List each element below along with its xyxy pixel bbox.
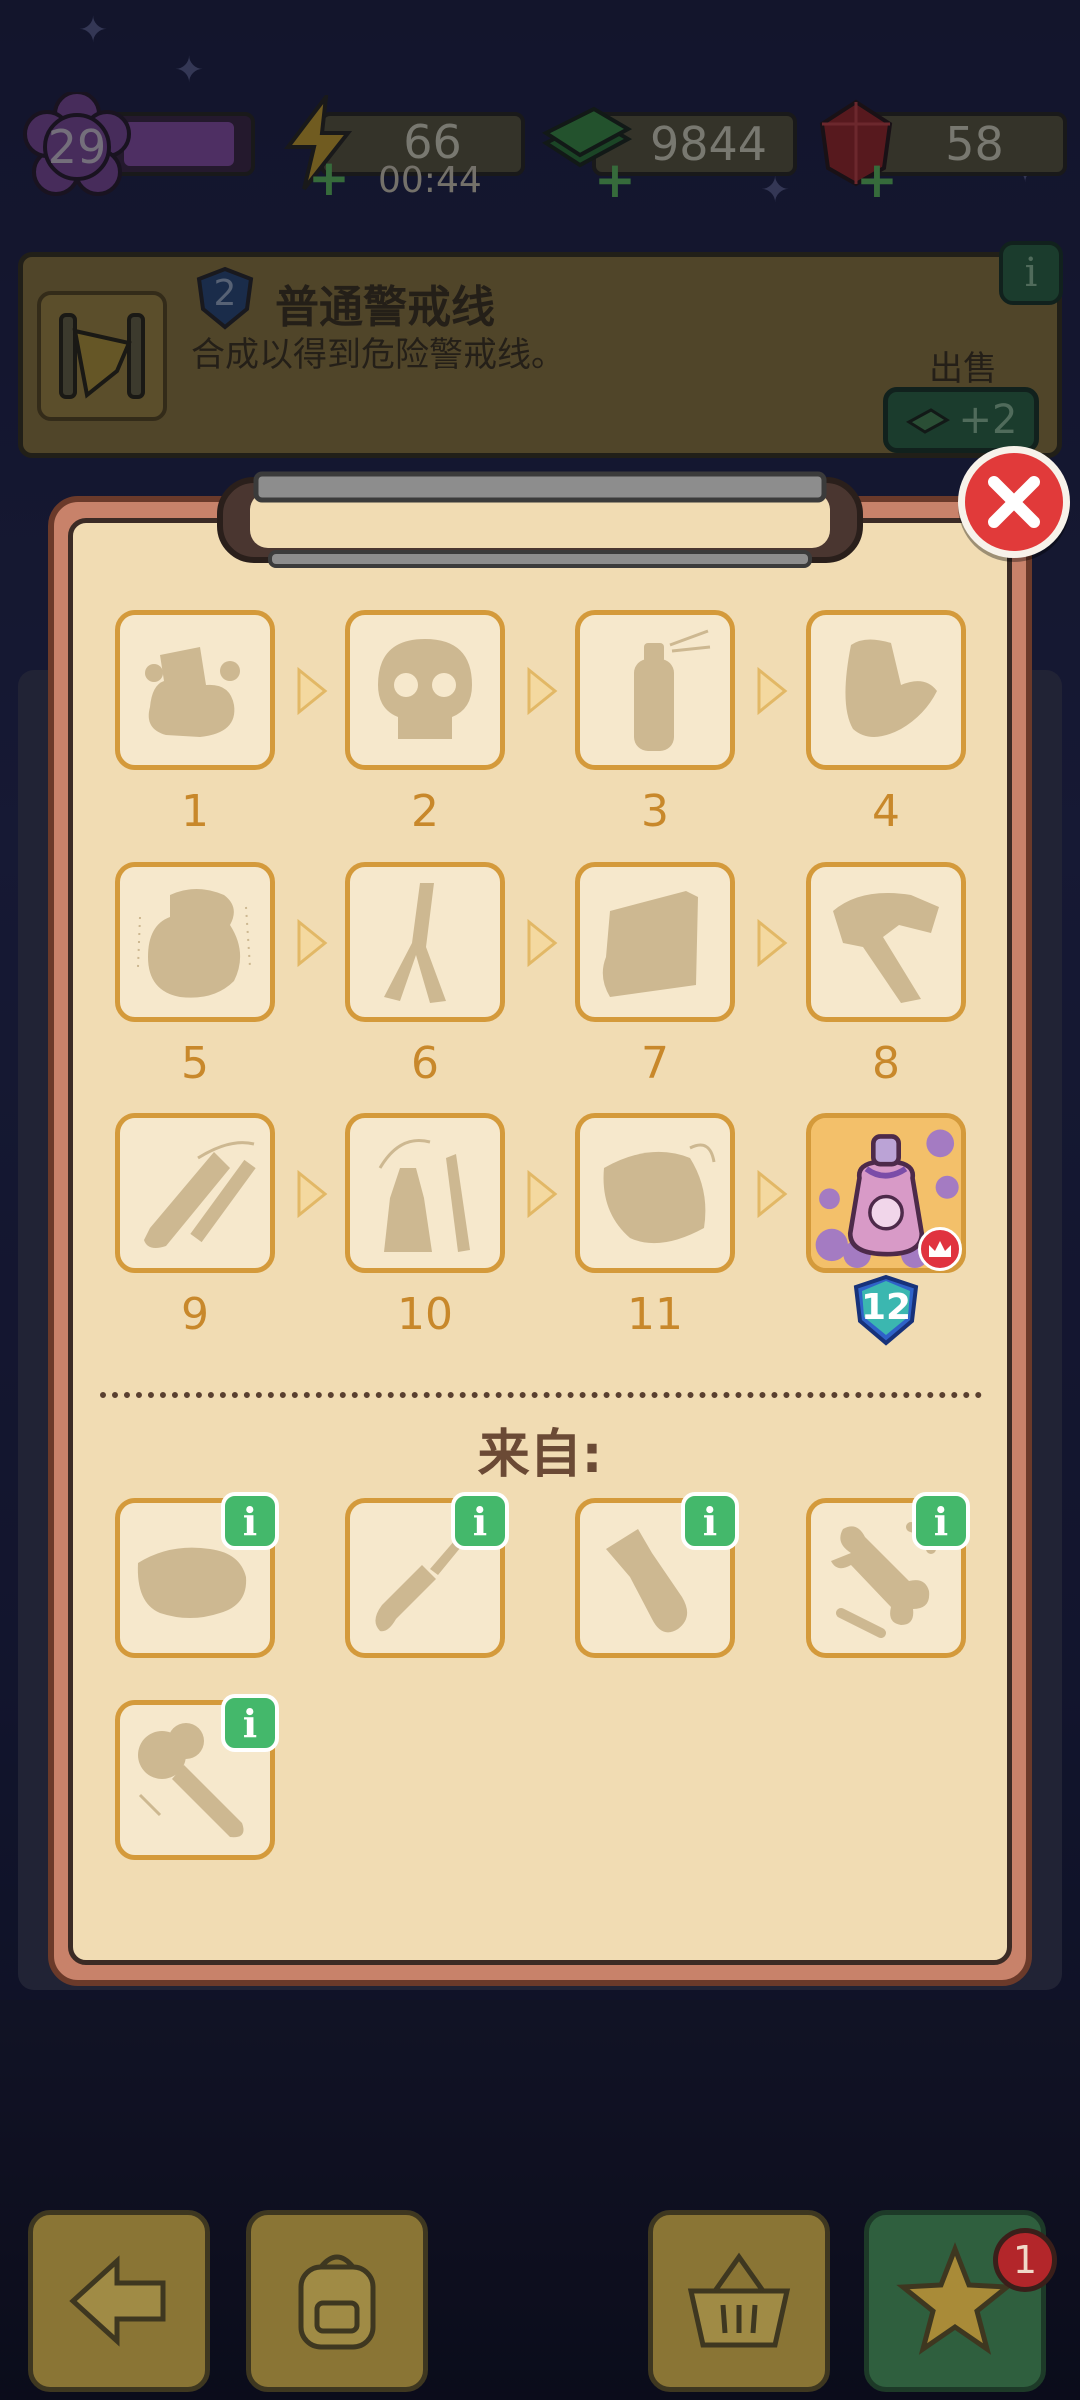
chain-arrow-icon (755, 666, 789, 716)
brush-icon (144, 1141, 256, 1248)
backpack-button[interactable] (246, 2210, 428, 2392)
chain-item-5[interactable] (115, 862, 275, 1022)
section-divider (100, 1392, 982, 1398)
dirt-pile-icon (145, 647, 240, 737)
sack-icon (137, 889, 251, 998)
backpack-icon (298, 2254, 376, 2350)
notification-badge: 1 (993, 2228, 1057, 2292)
chain-item-number: 11 (627, 1289, 683, 1340)
back-arrow-icon (69, 2255, 166, 2347)
info-icon[interactable]: i (681, 1492, 739, 1550)
glove-icon (845, 639, 937, 737)
chain-item-number: 5 (181, 1038, 209, 1089)
max-level-crown-icon (918, 1227, 962, 1271)
close-icon (988, 476, 1040, 528)
chain-arrow-icon (295, 918, 329, 968)
bottle-knife-icon (378, 1139, 470, 1252)
clipboard-clip (217, 471, 863, 568)
chain-item-number: 1 (181, 786, 209, 837)
chain-item-11[interactable] (575, 1113, 735, 1273)
chain-item-number: 10 (397, 1289, 453, 1340)
back-button[interactable] (28, 2210, 210, 2392)
chain-item-number: 9 (181, 1289, 209, 1340)
chain-item-number: 4 (872, 786, 900, 837)
chain-item-4[interactable] (806, 610, 966, 770)
chain-arrow-icon (295, 666, 329, 716)
chain-item-9[interactable] (115, 1113, 275, 1273)
basket-icon (687, 2252, 791, 2348)
chain-item-1[interactable] (115, 610, 275, 770)
spray-can-icon (634, 629, 711, 751)
box-icon (602, 891, 698, 997)
chain-item-6[interactable] (345, 862, 505, 1022)
info-icon[interactable]: i (221, 1492, 279, 1550)
chain-arrow-icon (525, 1169, 559, 1219)
info-icon[interactable]: i (912, 1492, 970, 1550)
chain-item-number: 6 (411, 1038, 439, 1089)
info-icon[interactable]: i (451, 1492, 509, 1550)
chain-arrow-icon (295, 1169, 329, 1219)
chain-item-10[interactable] (345, 1113, 505, 1273)
chain-arrow-icon (755, 1169, 789, 1219)
chain-item-8[interactable] (806, 862, 966, 1022)
skull-icon (378, 639, 472, 739)
chain-arrow-icon (525, 666, 559, 716)
pliers-icon (384, 883, 446, 1003)
close-button[interactable] (958, 446, 1070, 558)
hammer-icon (833, 893, 939, 1003)
chain-item-number: 8 (872, 1038, 900, 1089)
from-section-title: 来自: (477, 1425, 603, 1485)
chain-item-number: 3 (641, 786, 669, 837)
chain-item-7[interactable] (575, 862, 735, 1022)
chain-item-level-shield: 12 (852, 1273, 920, 1347)
chain-item-level-number: 12 (860, 1287, 912, 1328)
pillow-icon (603, 1143, 716, 1244)
chain-item-2[interactable] (345, 610, 505, 770)
chain-item-number: 2 (411, 786, 439, 837)
info-icon[interactable]: i (221, 1694, 279, 1752)
chain-arrow-icon (525, 918, 559, 968)
chain-arrow-icon (755, 918, 789, 968)
chain-item-number: 7 (641, 1038, 669, 1089)
shop-basket-button[interactable] (648, 2210, 830, 2392)
chain-item-3[interactable] (575, 610, 735, 770)
